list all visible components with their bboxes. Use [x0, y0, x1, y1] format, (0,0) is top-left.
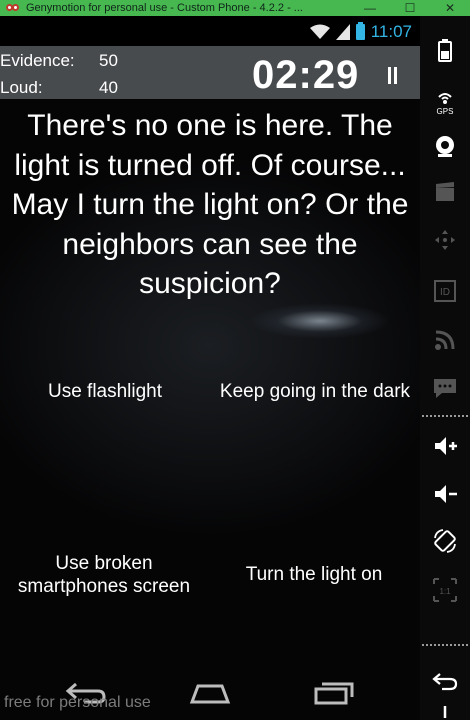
genymotion-logo-icon: [6, 2, 20, 14]
choice-turn-light-on[interactable]: Turn the light on: [214, 563, 414, 586]
scale-label: 1:1: [439, 587, 451, 596]
choice-use-flashlight[interactable]: Use flashlight: [10, 380, 200, 403]
choice-keep-going-dark[interactable]: Keep going in the dark: [210, 380, 420, 403]
rss-icon[interactable]: [427, 322, 463, 358]
phone-screen: 11:07 Evidence: 50 Loud: 40 02:29 There'…: [0, 16, 420, 720]
clock: 11:07: [370, 22, 412, 41]
sms-icon[interactable]: [427, 370, 463, 406]
signal-icon: [335, 24, 350, 40]
volume-down-icon[interactable]: [427, 476, 463, 512]
gps-icon[interactable]: GPS: [427, 84, 463, 120]
back-icon[interactable]: [427, 664, 463, 700]
countdown-timer: 02:29: [252, 53, 360, 97]
watermark: free for personal use: [4, 694, 151, 711]
story-text: There's no one is here. The light is tur…: [11, 109, 409, 300]
recent-apps-icon[interactable]: [312, 680, 356, 706]
camera-icon[interactable]: [427, 128, 463, 164]
status-bar: 11:07: [0, 16, 420, 46]
dpad-icon[interactable]: [427, 222, 463, 258]
choice-broken-screen[interactable]: Use broken smartphones screen: [4, 552, 204, 598]
power-icon[interactable]: [427, 700, 463, 720]
id-label: ID: [440, 287, 450, 298]
id-icon[interactable]: ID: [427, 273, 463, 309]
game-hud: Evidence: 50 Loud: 40 02:29: [0, 46, 420, 99]
home-icon[interactable]: [188, 680, 232, 706]
loud-stat: Loud: 40: [0, 78, 118, 98]
evidence-value: 50: [99, 51, 118, 70]
evidence-stat: Evidence: 50: [0, 51, 118, 71]
media-icon[interactable]: [427, 174, 463, 210]
emulator-sidebar: GPS ID 1:1: [420, 16, 470, 720]
evidence-label: Evidence:: [0, 51, 75, 70]
wifi-icon: [309, 24, 330, 39]
gps-label: GPS: [437, 107, 454, 115]
rotate-icon[interactable]: [427, 523, 463, 559]
loud-label: Loud:: [0, 78, 43, 97]
minimize-button[interactable]: —: [350, 1, 390, 15]
maximize-button[interactable]: ☐: [390, 1, 430, 15]
scale-icon[interactable]: 1:1: [427, 572, 463, 608]
loud-value: 40: [99, 78, 118, 97]
window-title: Genymotion for personal use - Custom Pho…: [26, 2, 303, 14]
volume-up-icon[interactable]: [427, 428, 463, 464]
battery-icon[interactable]: [427, 32, 463, 68]
battery-icon: [355, 22, 365, 40]
pause-button[interactable]: [388, 67, 398, 84]
window-title-bar: Genymotion for personal use - Custom Pho…: [0, 0, 470, 16]
close-button[interactable]: ✕: [430, 1, 470, 15]
